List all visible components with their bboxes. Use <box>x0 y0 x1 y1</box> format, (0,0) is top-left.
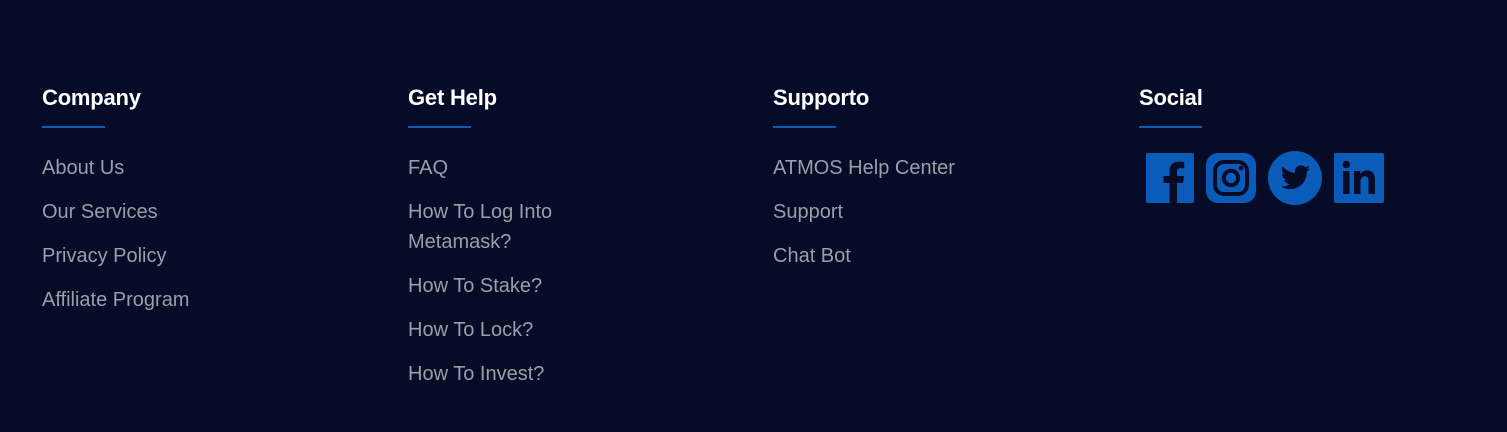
instagram-icon[interactable] <box>1206 153 1256 203</box>
footer-link-how-to-invest[interactable]: How To Invest? <box>408 359 544 389</box>
site-footer: Company About Us Our Services Privacy Po… <box>0 0 1507 432</box>
list-item: Support <box>773 197 1093 227</box>
footer-link-help-center[interactable]: ATMOS Help Center <box>773 153 955 183</box>
list-item: How To Log Into Metamask? <box>408 197 728 257</box>
list-item: Chat Bot <box>773 241 1093 271</box>
footer-column-company: Company About Us Our Services Privacy Po… <box>42 84 362 329</box>
linkedin-icon[interactable] <box>1334 153 1384 203</box>
footer-heading-company: Company <box>42 85 141 110</box>
list-item: ATMOS Help Center <box>773 153 1093 183</box>
list-item: Our Services <box>42 197 362 227</box>
list-item: Privacy Policy <box>42 241 362 271</box>
twitter-icon[interactable] <box>1268 151 1322 205</box>
footer-column-social: Social <box>1139 84 1459 205</box>
footer-link-how-to-stake[interactable]: How To Stake? <box>408 271 542 301</box>
heading-underline <box>408 126 471 128</box>
footer-heading-social: Social <box>1139 85 1203 110</box>
footer-link-list: ATMOS Help Center Support Chat Bot <box>773 153 1093 271</box>
list-item: How To Lock? <box>408 315 728 345</box>
footer-column-support: Supporto ATMOS Help Center Support Chat … <box>773 84 1093 285</box>
footer-column-get-help: Get Help FAQ How To Log Into Metamask? H… <box>408 84 728 403</box>
list-item: About Us <box>42 153 362 183</box>
footer-link-our-services[interactable]: Our Services <box>42 197 158 227</box>
facebook-icon[interactable] <box>1146 153 1194 203</box>
footer-link-about-us[interactable]: About Us <box>42 153 124 183</box>
footer-link-how-to-lock[interactable]: How To Lock? <box>408 315 533 345</box>
list-item: FAQ <box>408 153 728 183</box>
heading-underline <box>1139 126 1202 128</box>
footer-link-faq[interactable]: FAQ <box>408 153 448 183</box>
footer-link-affiliate-program[interactable]: Affiliate Program <box>42 285 189 315</box>
footer-link-list: FAQ How To Log Into Metamask? How To Sta… <box>408 153 728 389</box>
footer-heading-get-help: Get Help <box>408 85 497 110</box>
footer-link-privacy-policy[interactable]: Privacy Policy <box>42 241 166 271</box>
footer-link-support[interactable]: Support <box>773 197 843 227</box>
footer-heading-support: Supporto <box>773 85 870 110</box>
list-item: Affiliate Program <box>42 285 362 315</box>
list-item: How To Stake? <box>408 271 728 301</box>
footer-link-log-into-metamask[interactable]: How To Log Into Metamask? <box>408 197 588 257</box>
heading-underline <box>773 126 836 128</box>
heading-underline <box>42 126 105 128</box>
list-item: How To Invest? <box>408 359 728 389</box>
footer-link-chat-bot[interactable]: Chat Bot <box>773 241 851 271</box>
footer-link-list: About Us Our Services Privacy Policy Aff… <box>42 153 362 315</box>
social-icons-row <box>1146 151 1459 205</box>
